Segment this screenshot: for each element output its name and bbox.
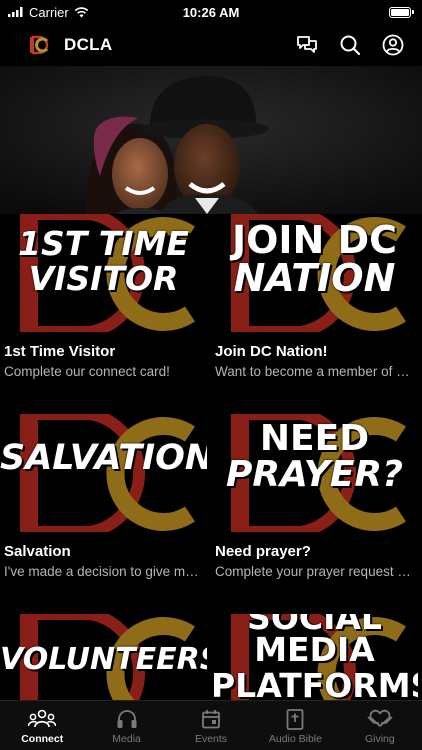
tab-giving[interactable]: Giving [338, 701, 422, 750]
tile-art-line-1: SALVATION [0, 438, 207, 478]
status-time: 10:26 AM [182, 4, 240, 20]
tile-art-line-2: MEDIA [254, 630, 375, 669]
app-header: DCLA [0, 24, 422, 66]
chat-icon[interactable] [296, 35, 318, 55]
tile-subtitle: Complete our connect card! [4, 364, 170, 379]
tab-media[interactable]: Media [84, 701, 168, 750]
bible-icon [286, 708, 304, 730]
tile-subtitle: I've made a decision to give my life to … [4, 564, 203, 579]
tile-art-line-1: JOIN DC [231, 218, 398, 262]
tile-image: JOIN DC NATION [211, 214, 418, 332]
battery-icon [389, 6, 411, 18]
tile-art-line-1: 1ST TIME [18, 224, 189, 263]
tile-subtitle: Complete your prayer request form [215, 564, 414, 579]
tab-connect[interactable]: Connect [0, 701, 84, 750]
tab-label: Media [112, 733, 141, 745]
calendar-icon [201, 708, 221, 730]
dcla-logo [28, 34, 50, 56]
tile-salvation[interactable]: SALVATION Salvation I've made a decision… [0, 414, 211, 579]
battery-indicator [389, 6, 414, 18]
tile-art-line-2: NATION [233, 256, 396, 300]
tile-title: Salvation [4, 543, 71, 560]
tab-label: Events [194, 733, 228, 745]
people-icon [28, 708, 57, 730]
tile-title: Join DC Nation! [215, 343, 328, 360]
app-title: DCLA [64, 35, 113, 54]
tile-image: SALVATION [0, 414, 207, 532]
search-icon[interactable] [339, 34, 361, 56]
tab-audio-bible[interactable]: Audio Bible [253, 701, 337, 750]
tile-join-dc-nation[interactable]: JOIN DC NATION Join DC Nation! Want to b… [211, 214, 422, 379]
hero-banner[interactable] [0, 66, 422, 214]
tile-subtitle: Want to become a member of DC Nation? [215, 364, 414, 379]
tile-title: 1st Time Visitor [4, 343, 116, 360]
header-actions [296, 34, 408, 56]
tile-need-prayer[interactable]: NEED PRAYER? Need prayer? Complete your … [211, 414, 422, 579]
tile-title: Need prayer? [215, 543, 311, 560]
tile-art-line-3: PLATFORMS [211, 666, 418, 705]
tile-first-time-visitor[interactable]: 1ST TIME VISITOR 1st Time Visitor Comple… [0, 214, 211, 379]
tile-art-line-2: PRAYER? [225, 454, 404, 495]
couple-photo [0, 66, 422, 214]
tab-events[interactable]: Events [169, 701, 253, 750]
headphones-icon [116, 708, 138, 730]
tab-label: Giving [364, 733, 395, 745]
tab-bar: Connect Media Events Audio Bible Giving [0, 700, 422, 750]
tile-art-line-2: VISITOR [28, 259, 179, 298]
tile-image: 1ST TIME VISITOR [0, 214, 207, 332]
heart-hand-icon [367, 708, 393, 730]
tile-image: NEED PRAYER? [211, 414, 418, 532]
profile-icon[interactable] [382, 34, 404, 56]
status-bar: Carrier 10:26 AM [0, 0, 422, 24]
tab-label: Audio Bible [268, 733, 322, 745]
tab-label: Connect [21, 733, 64, 745]
tile-art-line-1: NEED [259, 418, 370, 459]
tile-art-line-1: VOLUNTEERS [0, 642, 207, 677]
